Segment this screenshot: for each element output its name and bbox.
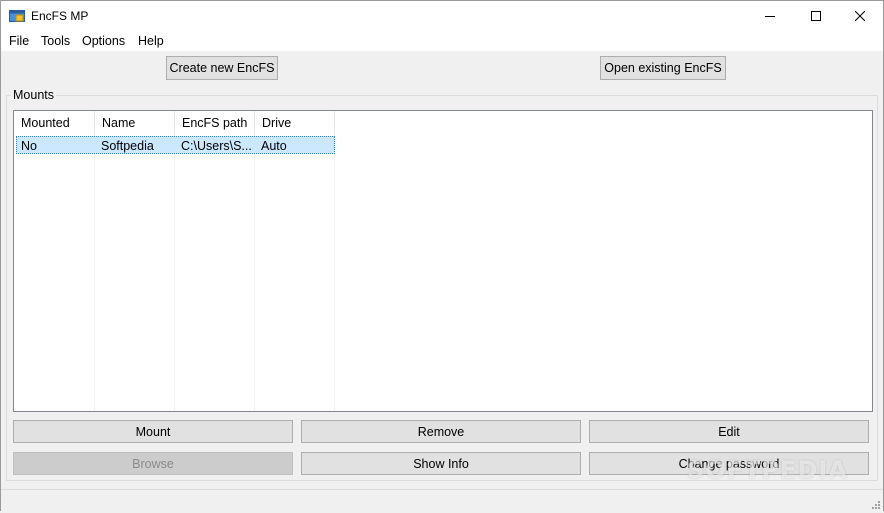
menu-options[interactable]: Options bbox=[82, 34, 125, 48]
column-header-mounted[interactable]: Mounted bbox=[14, 111, 95, 135]
column-divider bbox=[334, 135, 335, 411]
watermark: SOFTPEDIA bbox=[687, 456, 848, 484]
column-header-encfs-path[interactable]: EncFS path bbox=[175, 111, 255, 135]
column-header-name[interactable]: Name bbox=[95, 111, 175, 135]
mounts-group-label: Mounts bbox=[11, 88, 56, 102]
cell-drive: Auto bbox=[261, 139, 287, 153]
column-divider bbox=[94, 135, 95, 411]
browse-button: Browse bbox=[13, 452, 293, 475]
edit-button[interactable]: Edit bbox=[589, 420, 869, 443]
close-icon bbox=[855, 11, 865, 21]
mount-button[interactable]: Mount bbox=[13, 420, 293, 443]
open-existing-encfs-button[interactable]: Open existing EncFS bbox=[600, 56, 726, 80]
maximize-icon bbox=[811, 11, 821, 21]
show-info-button[interactable]: Show Info bbox=[301, 452, 581, 475]
column-divider bbox=[254, 135, 255, 411]
main-window: EncFS MP File Tools Options Help Create … bbox=[0, 0, 884, 511]
cell-mounted: No bbox=[21, 139, 37, 153]
menu-bar: File Tools Options Help bbox=[1, 31, 883, 51]
minimize-button[interactable] bbox=[747, 1, 793, 31]
menu-file[interactable]: File bbox=[9, 34, 29, 48]
cell-name: Softpedia bbox=[101, 139, 154, 153]
minimize-icon bbox=[765, 11, 775, 21]
encfs-app-icon bbox=[9, 9, 25, 23]
column-divider bbox=[174, 135, 175, 411]
resize-grip-icon[interactable] bbox=[871, 499, 881, 509]
menu-help[interactable]: Help bbox=[138, 34, 164, 48]
cell-encfs-path: C:\Users\S... bbox=[181, 139, 252, 153]
status-bar bbox=[1, 489, 883, 511]
title-bar[interactable]: EncFS MP bbox=[1, 1, 883, 31]
remove-button[interactable]: Remove bbox=[301, 420, 581, 443]
maximize-button[interactable] bbox=[793, 1, 839, 31]
create-new-encfs-button[interactable]: Create new EncFS bbox=[166, 56, 278, 80]
mounts-list[interactable]: Mounted Name EncFS path Drive No Softped… bbox=[13, 110, 873, 412]
menu-tools[interactable]: Tools bbox=[41, 34, 70, 48]
column-header-drive[interactable]: Drive bbox=[255, 111, 335, 135]
window-title: EncFS MP bbox=[31, 9, 89, 23]
close-button[interactable] bbox=[837, 1, 883, 31]
